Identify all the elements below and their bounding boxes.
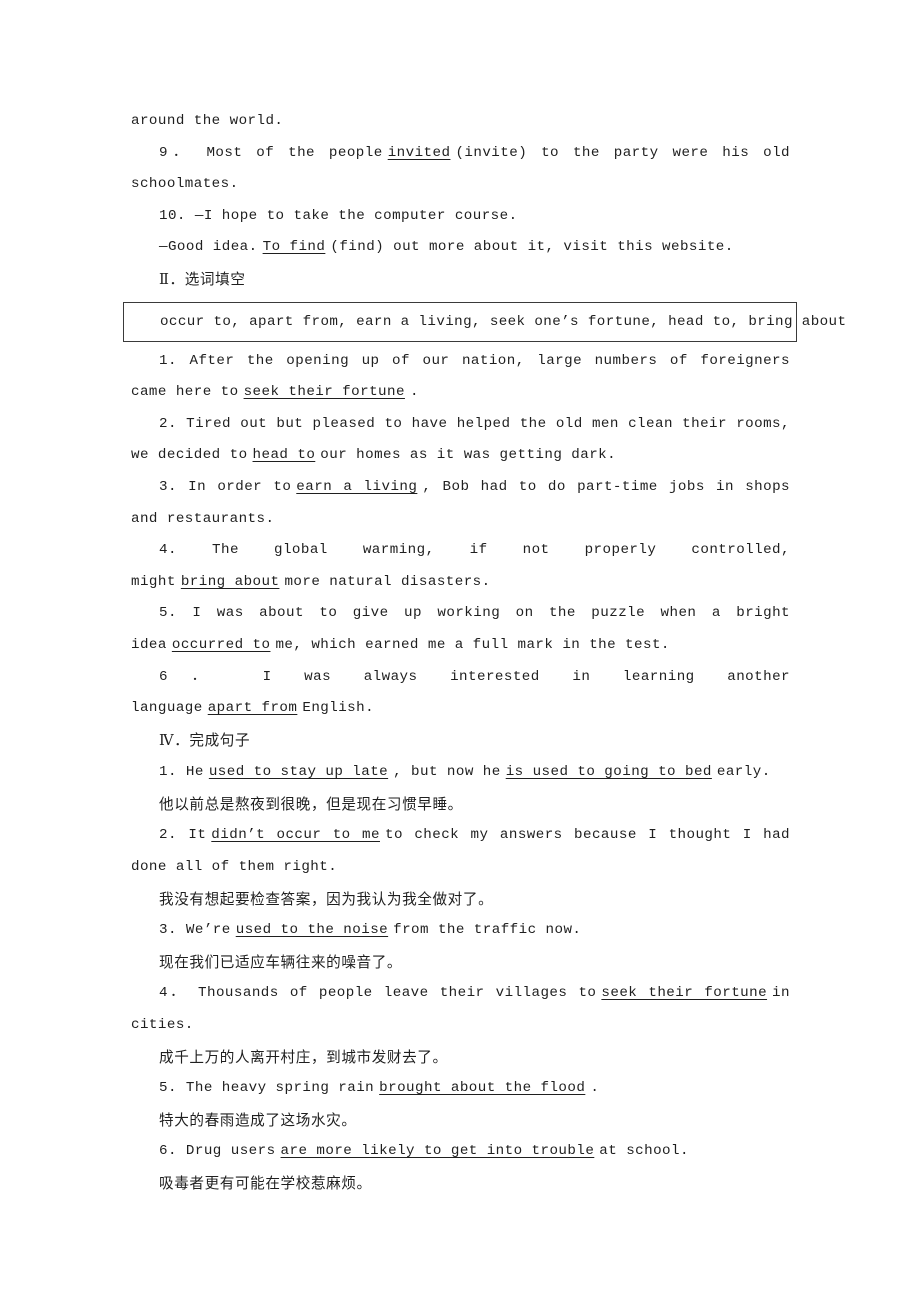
item-seg-1: Drug users: [185, 1143, 276, 1160]
answer-blank-1[interactable]: used to stay up late: [204, 764, 393, 780]
item-seg-1: The heavy spring rain: [185, 1080, 375, 1097]
item-number: 6．: [159, 668, 230, 685]
item-number: 2.: [159, 827, 177, 844]
complete-item-5: 5. The heavy spring rain brought about th…: [131, 1073, 790, 1105]
item-answer-before: —Good idea.: [159, 239, 258, 256]
item-answer-after: (find) out more about it, visit this web…: [330, 239, 734, 256]
translation-line: 他以前总是熬夜到很晚，但是现在习惯早睡。: [159, 795, 463, 813]
answer-blank-2[interactable]: is used to going to bed: [501, 764, 717, 780]
answer-blank-1[interactable]: brought about the flood: [374, 1080, 590, 1096]
answer-blank[interactable]: bring about: [176, 574, 285, 590]
word-choice-item-4: 4. The global warming, if not properly c…: [131, 535, 790, 598]
continued-line: around the world.: [131, 113, 284, 129]
answer-blank-1[interactable]: are more likely to get into trouble: [276, 1143, 600, 1159]
translation-line: 吸毒者更有可能在学校惹麻烦。: [159, 1175, 372, 1192]
item-number: 4.: [159, 542, 177, 559]
section-numeral: Ⅱ: [159, 271, 170, 288]
item-number: 3.: [159, 478, 177, 495]
answer-blank[interactable]: invited: [383, 145, 456, 161]
item-text-before: In order to: [188, 478, 292, 495]
answer-blank[interactable]: seek their fortune: [239, 384, 410, 400]
word-choice-item-5: 5. I was about to give up working on the…: [131, 598, 790, 661]
answer-blank-1[interactable]: seek their fortune: [596, 985, 772, 1001]
worksheet-page: around the world. 9． Most of the people i…: [123, 106, 846, 1200]
item-seg-2: from the traffic now.: [393, 922, 582, 939]
item-number: 10.: [159, 207, 186, 224]
item-seg-1: We’re: [185, 922, 231, 939]
section-heading-word-choice: Ⅱ．选词填空: [131, 264, 790, 297]
complete-item-3: 3. We’re used to the noise from the traffi…: [131, 915, 790, 947]
answer-blank[interactable]: earn a living: [291, 479, 422, 495]
word-bank-box: occur to, apart from, earn a living, see…: [123, 301, 846, 342]
section-dot: ．: [174, 731, 190, 749]
item-number: 5.: [159, 605, 177, 622]
item-text-after: our homes as it was getting dark.: [320, 447, 617, 464]
answer-blank[interactable]: apart from: [203, 700, 303, 716]
complete-item-2: 2. It didn’t occur to me to check my answe…: [131, 820, 790, 883]
grammar-item-9: 9． Most of the people invited (invite) to …: [131, 138, 790, 201]
answer-blank[interactable]: head to: [248, 447, 321, 463]
grammar-item-10-prompt: 10. —I hope to take the computer course.: [131, 201, 790, 233]
complete-item-4: 4． Thousands of people leave their villa…: [131, 978, 790, 1041]
item-text-after: me, which earned me a full mark in the t…: [275, 636, 670, 653]
answer-blank[interactable]: To find: [258, 239, 331, 255]
answer-blank[interactable]: occurred to: [167, 637, 276, 653]
item-text-after: more natural disasters.: [284, 573, 491, 590]
item-number: 1.: [159, 764, 177, 781]
item-number: 5.: [159, 1080, 177, 1097]
section-heading-complete-sentences: Ⅳ．完成句子: [131, 725, 790, 758]
item-number: 3.: [159, 922, 177, 939]
word-choice-item-6: 6． I was always interested in learning a…: [131, 662, 790, 725]
item-seg-1: It: [188, 827, 207, 844]
item-text-after: English.: [302, 700, 375, 717]
section-numeral: Ⅳ: [159, 732, 175, 749]
complete-item-1: 1. He used to stay up late, but now he is …: [131, 757, 790, 789]
item-seg-1: Thousands of people leave their villages…: [198, 985, 597, 1002]
translation-line: 我没有想起要检查答案，因为我认为我全做对了。: [159, 890, 494, 908]
word-choice-item-3: 3. In order to earn a living, Bob had to …: [131, 472, 790, 535]
item-number: 4．: [159, 985, 187, 1002]
translation-line: 特大的春雨造成了这场水灾。: [159, 1111, 357, 1129]
item-prompt: —I hope to take the computer course.: [194, 207, 518, 224]
item-seg-2: at school.: [599, 1143, 689, 1160]
item-text-before: After the opening up of our nation, larg…: [131, 352, 790, 401]
item-number: 1.: [159, 352, 177, 369]
item-seg-1: He: [185, 764, 204, 781]
word-choice-item-1: 1. After the opening up of our nation, l…: [131, 346, 790, 409]
section-title: 完成句子: [189, 731, 251, 749]
item-number: 9．: [159, 144, 193, 161]
section-dot: ．: [169, 270, 185, 288]
answer-blank-1[interactable]: used to the noise: [231, 922, 393, 938]
word-choice-item-2: 2. Tired out but pleased to have helped …: [131, 409, 790, 472]
answer-blank-1[interactable]: didn’t occur to me: [206, 827, 385, 843]
translation-line: 现在我们已适应车辆往来的噪音了。: [159, 953, 403, 971]
word-bank-text: occur to, apart from, earn a living, see…: [160, 313, 847, 330]
grammar-item-10-answer: —Good idea. To find (find) out more about …: [131, 232, 790, 264]
translation-line: 成千上万的人离开村庄，到城市发财去了。: [159, 1048, 448, 1066]
item-text-after: .: [409, 384, 419, 401]
item-seg-2: .: [590, 1080, 600, 1097]
complete-item-6: 6. Drug users are more likely to get into…: [131, 1136, 790, 1168]
item-number: 6.: [159, 1143, 177, 1160]
section-title: 选词填空: [184, 270, 246, 288]
item-seg-2: , but now he: [393, 764, 501, 781]
item-number: 2.: [159, 415, 177, 432]
item-seg-3: early.: [716, 764, 771, 781]
item-text-before: Most of the people: [206, 144, 383, 161]
